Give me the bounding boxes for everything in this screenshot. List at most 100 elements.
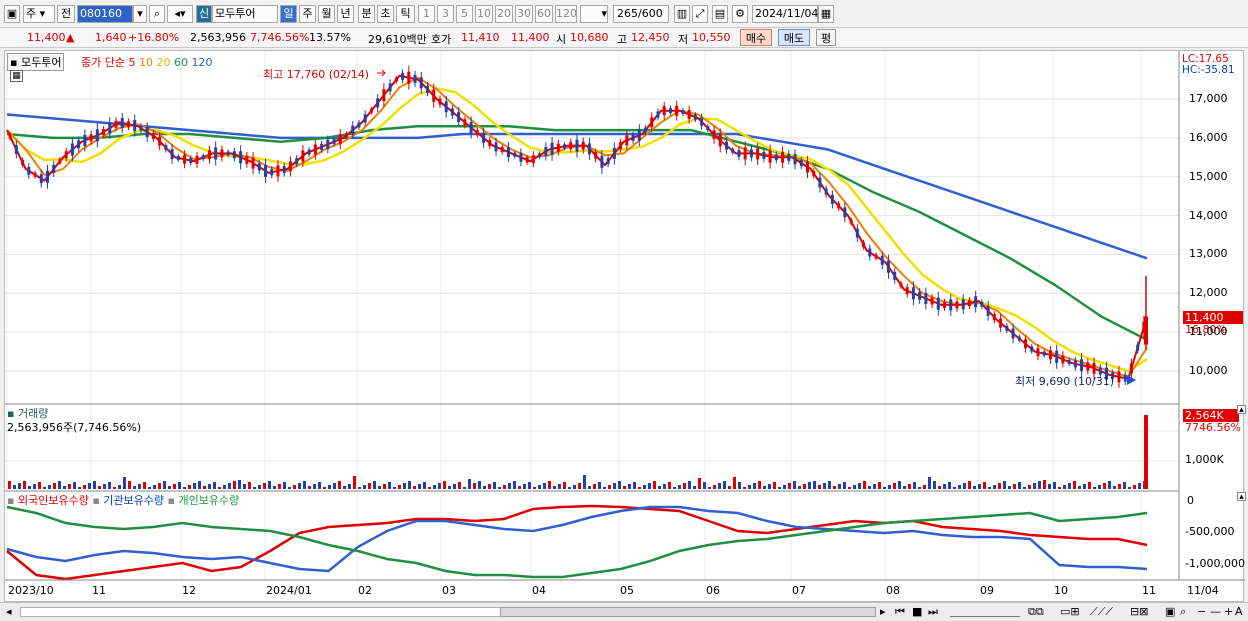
period-tick[interactable]: 틱 — [396, 5, 415, 23]
volume-bar — [918, 487, 921, 489]
zoom-icon[interactable]: ⌕ — [1180, 605, 1186, 619]
calendar-icon[interactable]: ▦ — [818, 5, 834, 23]
font-icon[interactable]: A — [1235, 605, 1243, 618]
holding-legend[interactable]: ▪ 외국인보유수량 ▪ 기관보유수량 ▪ 개인보유수량 — [7, 492, 239, 508]
first-icon[interactable]: ⏮ — [895, 605, 905, 619]
volume-bar — [458, 482, 461, 489]
copy-icon[interactable]: ⧉⧉ — [1028, 605, 1044, 619]
panel-close-icon[interactable]: ▴ — [1237, 492, 1246, 502]
sound-icon[interactable]: ◂▾ — [167, 5, 193, 23]
window-icon[interactable]: ▣ — [4, 5, 20, 23]
candle-body — [793, 154, 797, 165]
volume-bar — [108, 482, 111, 489]
volume-bar — [133, 486, 136, 489]
sell-button[interactable]: 매도 — [778, 29, 810, 46]
volume-bar — [873, 484, 876, 489]
volume-bar — [848, 487, 851, 489]
draw-tools-icon[interactable]: ⟋⟋⟋ — [1090, 605, 1113, 619]
stock-legend[interactable]: ▪ 모두투어 — [7, 53, 65, 71]
volume-value: 2,563,956주(7,746.56%) — [7, 421, 142, 434]
count-input[interactable]: 265/600 — [613, 5, 669, 23]
candle-body — [338, 134, 342, 145]
chart-area[interactable]: ▪ 모두투어 종가 단순 5 10 20 60 120 ▦ 최고 17,760 … — [4, 50, 1246, 602]
volume-bar — [998, 483, 1001, 489]
bottom-bar: ◂ ▸ ⏮ ■ ⏭ ⧉⧉ ▭⊞ ⟋⟋⟋ ⊟⊠ ▣ ⌕ − — + A — [0, 602, 1248, 621]
search-icon[interactable]: ⌕ — [149, 5, 165, 23]
ma-legend[interactable]: 종가 단순 5 10 20 60 120 — [81, 54, 212, 70]
period-week[interactable]: 주 — [299, 5, 316, 23]
volume-bar — [673, 487, 676, 489]
period-second[interactable]: 초 — [377, 5, 394, 23]
candle-icon[interactable]: ▥ — [674, 5, 690, 23]
candle-body — [949, 299, 953, 311]
layout-icon[interactable]: ▭⊞ — [1060, 605, 1080, 618]
volume-bar — [853, 485, 856, 489]
volume-bar — [718, 483, 721, 489]
volume-bar — [593, 484, 596, 489]
scroll-left-icon[interactable]: ◂ — [6, 605, 12, 618]
period-minute[interactable]: 분 — [358, 5, 375, 23]
candle-body — [538, 153, 542, 158]
volume-bar — [1068, 483, 1071, 489]
market-select[interactable]: 주 ▾ — [23, 5, 55, 23]
volume-bar — [83, 485, 86, 489]
low-value: 10,550 — [692, 31, 731, 44]
volume-bar — [393, 487, 396, 489]
candle-body — [600, 155, 604, 168]
volume-bar — [123, 477, 126, 489]
candle-body — [307, 149, 311, 155]
interval-10[interactable]: 10 — [475, 5, 493, 23]
scroll-right-icon[interactable]: ▸ — [880, 605, 886, 618]
line-chart-icon[interactable]: ⤢ — [692, 5, 708, 23]
gear-icon[interactable]: ⚙ — [732, 5, 748, 23]
low-note: 최저 9,690 (10/31) — [1015, 375, 1115, 388]
custom-interval-select[interactable]: ▾ — [580, 5, 608, 23]
image-icon[interactable]: ▣ — [1165, 605, 1175, 618]
candle-body — [731, 148, 735, 153]
volume-bar — [698, 478, 701, 489]
interval-1[interactable]: 1 — [418, 5, 435, 23]
last-icon[interactable]: ⏭ — [928, 605, 938, 619]
volume-bar — [1003, 481, 1006, 489]
candle-body — [251, 157, 255, 169]
prev-button[interactable]: 전 — [57, 5, 75, 23]
volume-bar — [23, 481, 26, 489]
date-input[interactable]: 2024/11/04 — [752, 5, 818, 23]
period-month[interactable]: 월 — [318, 5, 335, 23]
zoom-slider[interactable] — [950, 607, 1020, 617]
zoom-out-icon[interactable]: − — [1197, 605, 1206, 618]
chevron-down-icon[interactable]: ▾ — [133, 5, 147, 23]
save-icon[interactable]: ▤ — [712, 5, 728, 23]
candle-body — [700, 117, 704, 126]
candle-body — [1030, 346, 1034, 352]
candle-body — [14, 145, 18, 155]
period-year[interactable]: 년 — [337, 5, 354, 23]
scrollbar-thumb[interactable] — [500, 607, 876, 617]
period-day[interactable]: 일 — [280, 5, 297, 23]
volume-bar — [328, 485, 331, 489]
buy-button[interactable]: 매수 — [740, 29, 772, 46]
interval-120[interactable]: 120 — [555, 5, 577, 23]
candle-body — [257, 163, 261, 171]
candle-body — [207, 150, 211, 160]
zoom-in-icon[interactable]: + — [1224, 605, 1233, 618]
candle-body — [787, 153, 791, 161]
interval-30[interactable]: 30 — [515, 5, 533, 23]
x-tick-label: 07 — [792, 584, 806, 597]
interval-60[interactable]: 60 — [535, 5, 553, 23]
grid-icon[interactable]: ▦ — [10, 70, 23, 82]
interval-20[interactable]: 20 — [495, 5, 513, 23]
panel-close-icon[interactable]: ▴ — [1237, 405, 1246, 415]
volume-bar — [373, 481, 376, 489]
candle-body — [799, 160, 803, 167]
x-axis-right-label: 11/04 — [1187, 584, 1219, 597]
interval-5[interactable]: 5 — [456, 5, 473, 23]
interval-3[interactable]: 3 — [437, 5, 454, 23]
volume-bar — [183, 487, 186, 489]
minus-icon[interactable]: — — [1210, 605, 1221, 618]
volume-bar — [343, 486, 346, 489]
code-input[interactable]: 080160 — [77, 5, 133, 23]
stop-icon[interactable]: ■ — [912, 605, 922, 618]
settings-icon[interactable]: ⊟⊠ — [1130, 605, 1148, 618]
eval-button[interactable]: 평 — [816, 29, 836, 46]
